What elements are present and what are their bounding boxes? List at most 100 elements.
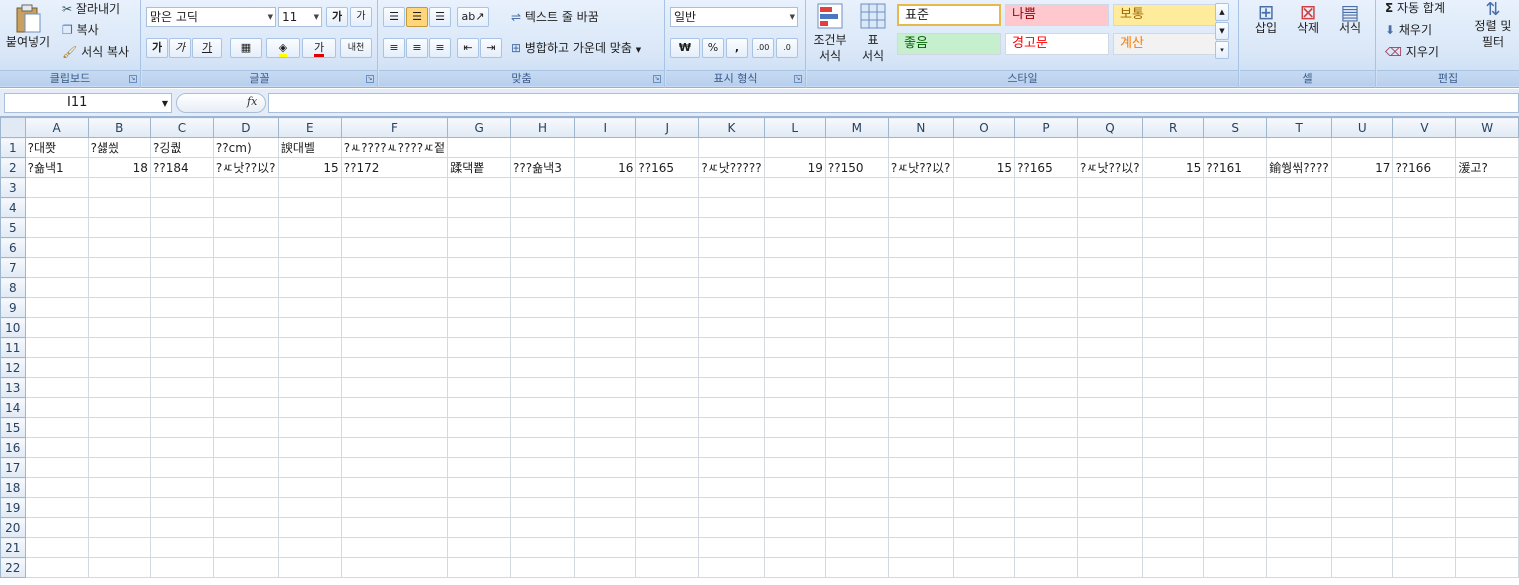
cell-M15[interactable] — [824, 417, 889, 438]
cell-I2[interactable]: 16 — [574, 157, 637, 178]
cell-I11[interactable] — [574, 337, 637, 358]
cell-U21[interactable] — [1331, 537, 1394, 558]
cell-R12[interactable] — [1141, 357, 1205, 378]
cell-T15[interactable] — [1266, 417, 1333, 438]
cell-H22[interactable] — [510, 557, 576, 578]
cell-O6[interactable] — [952, 237, 1016, 258]
cell-B18[interactable] — [87, 477, 151, 498]
cell-Q9[interactable] — [1077, 297, 1143, 318]
cell-F7[interactable] — [340, 257, 449, 278]
insert-function-icon[interactable]: fx — [247, 95, 257, 108]
cell-B6[interactable] — [87, 237, 151, 258]
cell-Q22[interactable] — [1077, 557, 1143, 578]
cell-K13[interactable] — [698, 377, 765, 398]
cell-P7[interactable] — [1014, 257, 1079, 278]
cell-H21[interactable] — [510, 537, 576, 558]
cell-O22[interactable] — [952, 557, 1016, 578]
cell-B17[interactable] — [87, 457, 151, 478]
cell-M2[interactable]: ??150 — [824, 157, 889, 178]
cell-T6[interactable] — [1266, 237, 1333, 258]
cell-K10[interactable] — [698, 317, 765, 338]
cell-P16[interactable] — [1014, 437, 1079, 458]
cell-A3[interactable] — [24, 177, 89, 198]
cell-J19[interactable] — [635, 497, 700, 518]
cell-P10[interactable] — [1014, 317, 1079, 338]
cell-O14[interactable] — [952, 397, 1016, 418]
cell-D9[interactable] — [212, 297, 279, 318]
cell-A18[interactable] — [24, 477, 89, 498]
cell-E16[interactable] — [277, 437, 342, 458]
cell-S15[interactable] — [1203, 417, 1268, 438]
cell-J9[interactable] — [635, 297, 700, 318]
cell-E9[interactable] — [277, 297, 342, 318]
cell-J4[interactable] — [635, 197, 700, 218]
cell-N21[interactable] — [887, 537, 954, 558]
cell-T17[interactable] — [1266, 457, 1333, 478]
cell-K4[interactable] — [698, 197, 765, 218]
cell-G16[interactable] — [447, 437, 512, 458]
cell-V20[interactable] — [1392, 517, 1457, 538]
cell-F6[interactable] — [340, 237, 449, 258]
cell-U10[interactable] — [1331, 317, 1394, 338]
cell-O21[interactable] — [952, 537, 1016, 558]
cell-I7[interactable] — [574, 257, 637, 278]
cell-W16[interactable] — [1455, 437, 1519, 458]
cell-Q7[interactable] — [1077, 257, 1143, 278]
cell-W13[interactable] — [1455, 377, 1519, 398]
cell-H8[interactable] — [510, 277, 576, 298]
cell-V19[interactable] — [1392, 497, 1457, 518]
cell-Q2[interactable]: ?ㅼ낫??以? — [1077, 157, 1143, 178]
row-header[interactable]: 7 — [0, 257, 26, 278]
cell-I5[interactable] — [574, 217, 637, 238]
style-cell-1[interactable]: 표준 — [897, 4, 1001, 26]
cell-S5[interactable] — [1203, 217, 1268, 238]
cell-E3[interactable] — [277, 177, 342, 198]
cell-V8[interactable] — [1392, 277, 1457, 298]
cell-O9[interactable] — [952, 297, 1016, 318]
bold-button[interactable]: 가 — [146, 38, 168, 58]
cell-R13[interactable] — [1141, 377, 1205, 398]
select-all-corner[interactable] — [0, 117, 26, 138]
merge-center-button[interactable]: ⊞ 병합하고 가운데 맞춤 ▼ — [511, 40, 641, 58]
cell-C18[interactable] — [149, 477, 214, 498]
cell-H16[interactable] — [510, 437, 576, 458]
increase-indent-button[interactable]: ⇥ — [480, 38, 502, 58]
cell-P13[interactable] — [1014, 377, 1079, 398]
cell-W20[interactable] — [1455, 517, 1519, 538]
cell-B7[interactable] — [87, 257, 151, 278]
cell-U3[interactable] — [1331, 177, 1394, 198]
align-middle-button[interactable]: ☰ — [406, 7, 428, 27]
cell-C7[interactable] — [149, 257, 214, 278]
cell-K18[interactable] — [698, 477, 765, 498]
cell-Q6[interactable] — [1077, 237, 1143, 258]
cell-I17[interactable] — [574, 457, 637, 478]
row-header[interactable]: 18 — [0, 477, 26, 498]
cell-W19[interactable] — [1455, 497, 1519, 518]
cell-I22[interactable] — [574, 557, 637, 578]
cell-N6[interactable] — [887, 237, 954, 258]
cell-L16[interactable] — [763, 437, 826, 458]
cell-J12[interactable] — [635, 357, 700, 378]
cell-V5[interactable] — [1392, 217, 1457, 238]
fill-color-button[interactable]: ◈ — [266, 38, 300, 58]
column-header-W[interactable]: W — [1455, 117, 1519, 138]
cell-D22[interactable] — [212, 557, 279, 578]
cell-R16[interactable] — [1141, 437, 1205, 458]
cell-C20[interactable] — [149, 517, 214, 538]
cell-V9[interactable] — [1392, 297, 1457, 318]
cell-R6[interactable] — [1141, 237, 1205, 258]
cell-E10[interactable] — [277, 317, 342, 338]
cell-B21[interactable] — [87, 537, 151, 558]
cell-E20[interactable] — [277, 517, 342, 538]
cell-L13[interactable] — [763, 377, 826, 398]
cell-Q10[interactable] — [1077, 317, 1143, 338]
cell-W15[interactable] — [1455, 417, 1519, 438]
cell-R15[interactable] — [1141, 417, 1205, 438]
cell-L6[interactable] — [763, 237, 826, 258]
cell-D18[interactable] — [212, 477, 279, 498]
column-header-O[interactable]: O — [952, 117, 1016, 138]
cell-B9[interactable] — [87, 297, 151, 318]
cell-F2[interactable]: ??172 — [340, 157, 449, 178]
column-header-V[interactable]: V — [1392, 117, 1457, 138]
cell-A7[interactable] — [24, 257, 89, 278]
